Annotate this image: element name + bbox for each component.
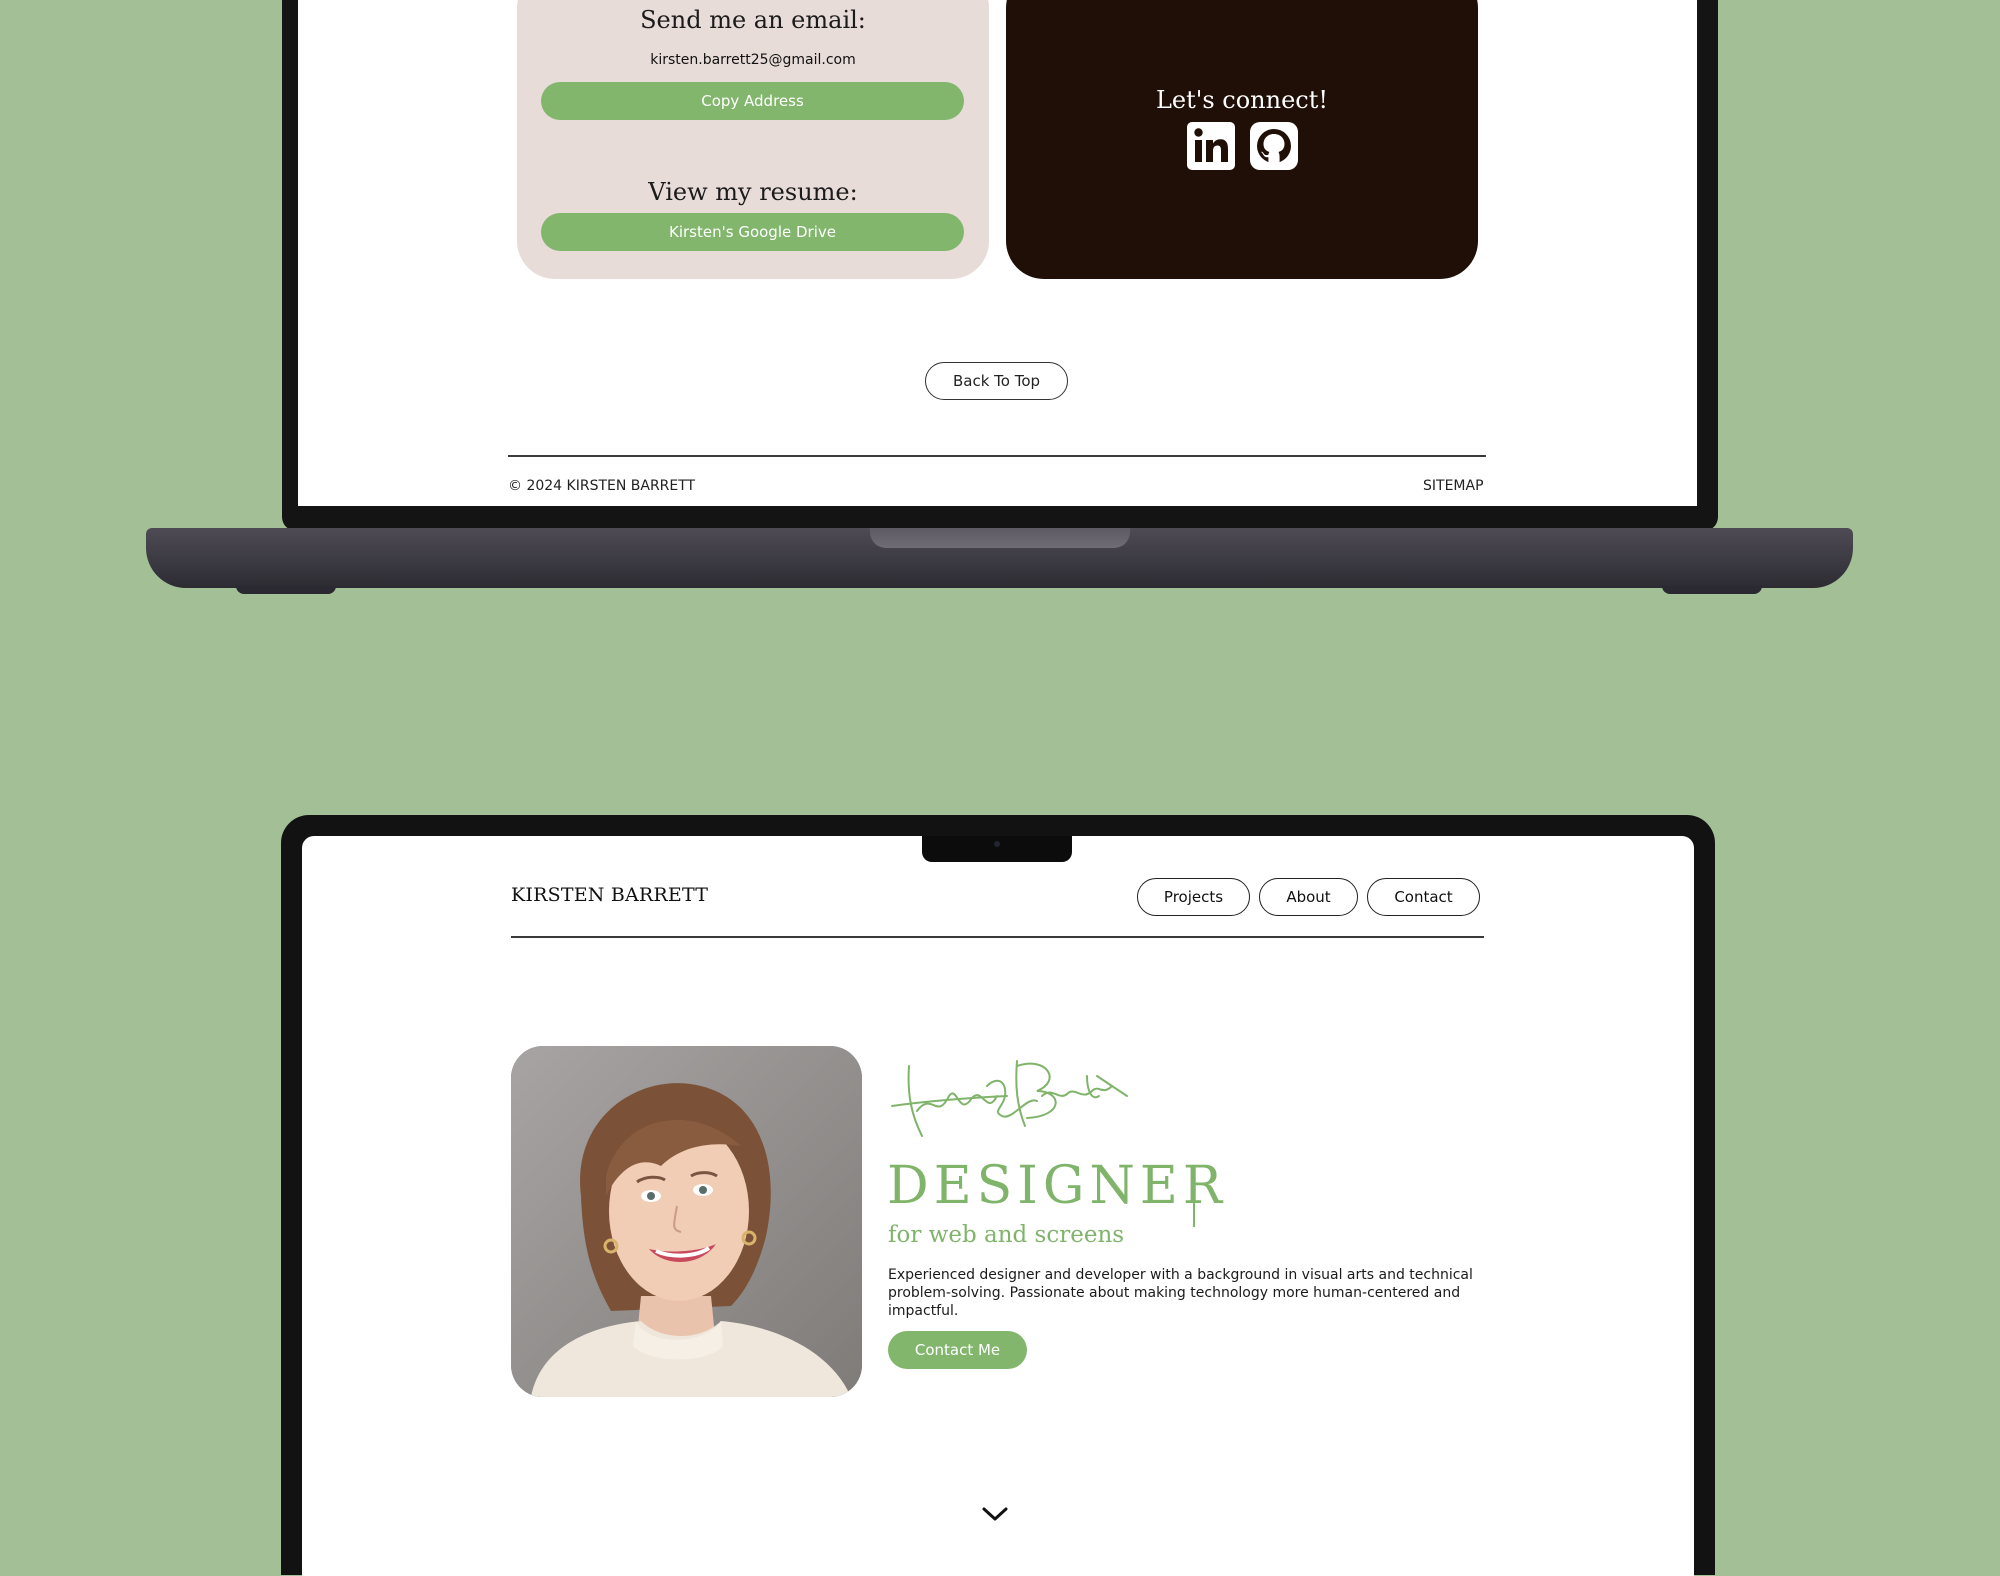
laptop-foot-left [236, 586, 336, 594]
profile-photo [511, 1046, 862, 1397]
google-drive-button[interactable]: Kirsten's Google Drive [541, 213, 964, 251]
connect-card: Let's connect! [1006, 0, 1478, 279]
nav-projects[interactable]: Projects [1137, 878, 1250, 916]
site-brand[interactable]: KIRSTEN BARRETT [511, 884, 708, 906]
camera-notch [922, 836, 1072, 862]
bottom-laptop-screen: KIRSTEN BARRETT Projects About Contact D… [302, 836, 1694, 1576]
hero-title: DESIGNER [887, 1156, 1227, 1216]
top-laptop-screen: Send me an email: kirsten.barrett25@gmai… [298, 0, 1697, 506]
email-card-title: Send me an email: [640, 6, 866, 34]
text-cursor-line [1193, 1169, 1195, 1227]
back-to-top-button[interactable]: Back To Top [925, 362, 1068, 400]
laptop-foot-right [1662, 586, 1762, 594]
contact-me-button[interactable]: Contact Me [888, 1331, 1027, 1369]
sitemap-link[interactable]: SITEMAP [1423, 478, 1484, 494]
footer-divider [508, 455, 1486, 457]
connect-title: Let's connect! [1155, 86, 1329, 114]
nav-about[interactable]: About [1259, 878, 1358, 916]
header-divider [511, 936, 1484, 938]
laptop-hinge-notch [870, 528, 1130, 548]
hero-subtitle: for web and screens [888, 1222, 1125, 1248]
nav-contact[interactable]: Contact [1367, 878, 1480, 916]
chevron-down-icon[interactable] [980, 1504, 1010, 1524]
resume-title: View my resume: [648, 178, 858, 206]
signature-graphic [891, 1060, 1128, 1137]
hero-bio: Experienced designer and developer with … [888, 1267, 1473, 1319]
copy-address-button[interactable]: Copy Address [541, 82, 964, 120]
copyright-text: © 2024 KIRSTEN BARRETT [508, 478, 696, 494]
email-card: Send me an email: kirsten.barrett25@gmai… [517, 0, 989, 279]
github-icon[interactable] [1250, 122, 1298, 170]
camera-lens [994, 841, 1000, 847]
linkedin-icon[interactable] [1187, 122, 1235, 170]
email-address: kirsten.barrett25@gmail.com [650, 52, 856, 68]
